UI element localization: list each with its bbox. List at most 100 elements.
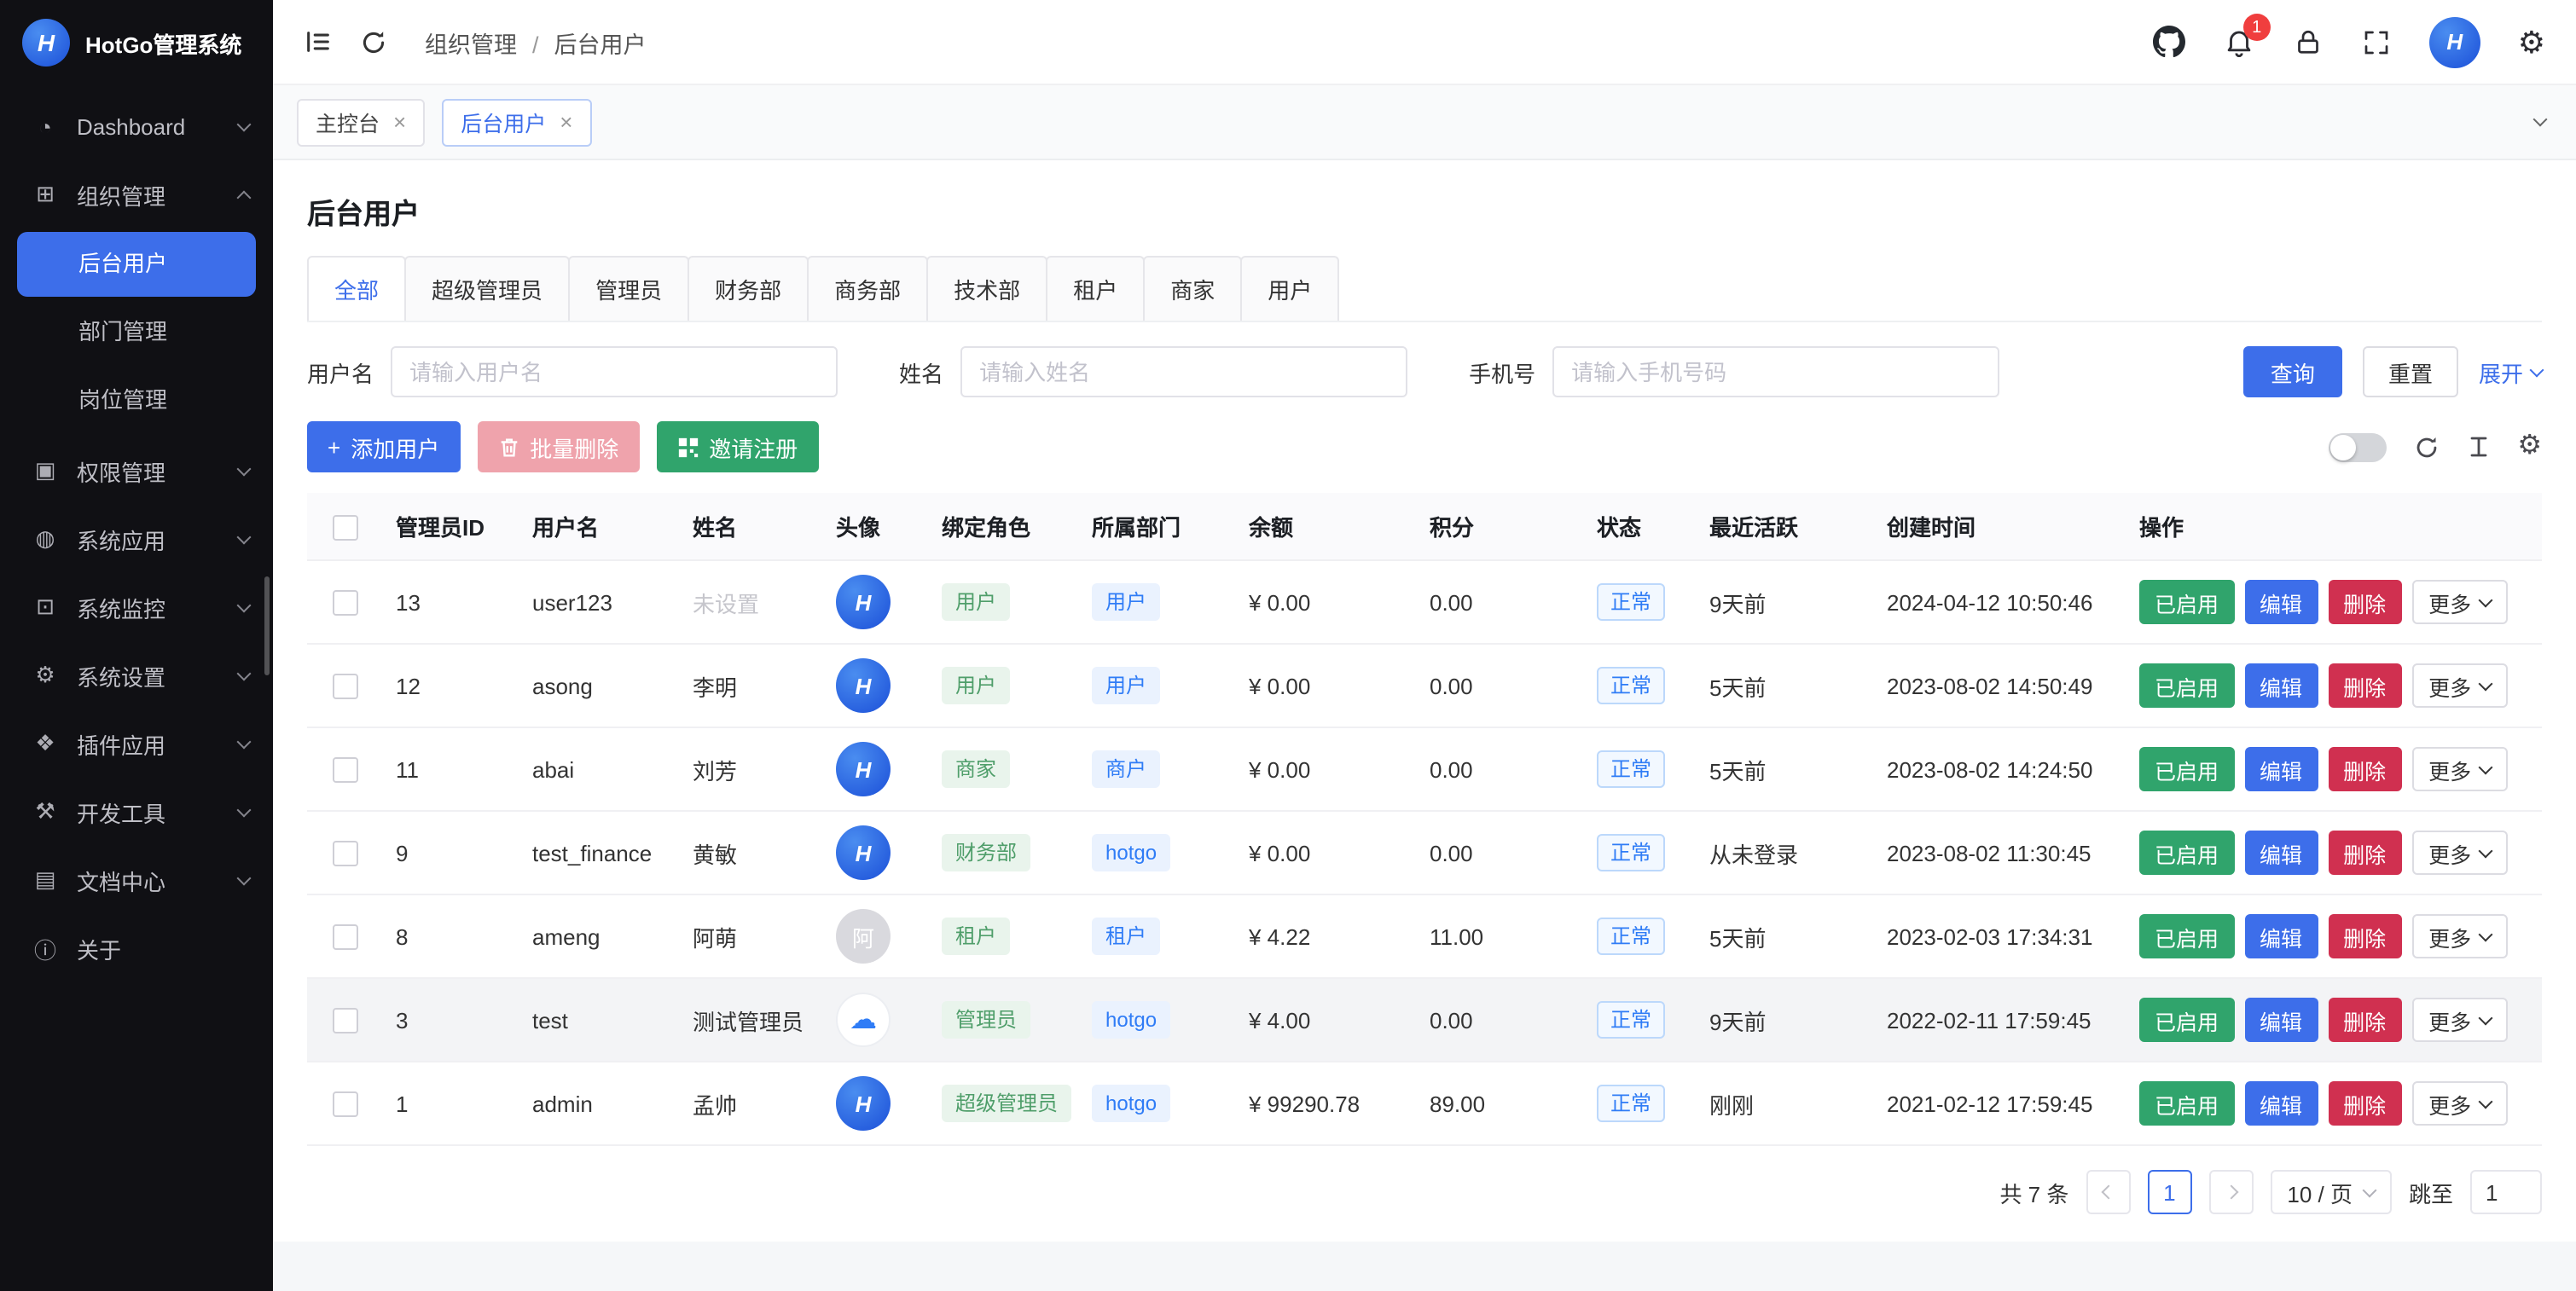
row-checkbox[interactable]: [332, 924, 357, 950]
notification-bell-icon[interactable]: 1: [2223, 26, 2255, 58]
sidebar-item-sys-app[interactable]: ◍系统应用: [0, 505, 273, 573]
row-checkbox[interactable]: [332, 841, 357, 866]
sidebar-item-sys-setting[interactable]: ⚙系统设置: [0, 641, 273, 709]
edit-button[interactable]: 编辑: [2244, 580, 2318, 624]
row-checkbox[interactable]: [332, 1008, 357, 1033]
settings-gear-icon[interactable]: ⚙: [2518, 26, 2545, 57]
enabled-status-button[interactable]: 已启用: [2139, 663, 2234, 708]
role-tab-4[interactable]: 商务部: [807, 256, 928, 321]
more-button[interactable]: 更多: [2411, 1081, 2507, 1126]
role-tab-8[interactable]: 用户: [1240, 256, 1339, 321]
delete-button[interactable]: 删除: [2328, 914, 2401, 958]
striped-toggle[interactable]: [2328, 432, 2386, 461]
sidebar-item-sys-monitor[interactable]: ⊡系统监控: [0, 573, 273, 641]
enabled-status-button[interactable]: 已启用: [2139, 998, 2234, 1042]
name-input[interactable]: [960, 346, 1407, 397]
edit-button[interactable]: 编辑: [2244, 747, 2318, 791]
more-button[interactable]: 更多: [2411, 914, 2507, 958]
more-button[interactable]: 更多: [2411, 831, 2507, 875]
enabled-status-button[interactable]: 已启用: [2139, 747, 2234, 791]
search-button[interactable]: 查询: [2243, 346, 2342, 397]
close-icon[interactable]: ×: [560, 111, 572, 133]
menu-collapse-icon[interactable]: [304, 27, 333, 56]
user-avatar-logo: H: [836, 825, 891, 880]
more-button[interactable]: 更多: [2411, 747, 2507, 791]
row-checkbox[interactable]: [332, 590, 357, 616]
enabled-status-button[interactable]: 已启用: [2139, 831, 2234, 875]
role-tab-5[interactable]: 技术部: [926, 256, 1047, 321]
edit-button[interactable]: 编辑: [2244, 1081, 2318, 1126]
jump-to-input[interactable]: [2470, 1170, 2542, 1214]
user-avatar[interactable]: H: [2429, 16, 2480, 67]
invite-register-button[interactable]: 邀请注册: [656, 421, 818, 472]
delete-button[interactable]: 删除: [2328, 663, 2401, 708]
table-refresh-icon[interactable]: [2413, 434, 2439, 460]
next-page-button[interactable]: [2208, 1170, 2253, 1214]
edit-button[interactable]: 编辑: [2244, 663, 2318, 708]
role-tab-7[interactable]: 商家: [1143, 256, 1242, 321]
lock-screen-icon[interactable]: [2293, 26, 2324, 57]
sidebar-item-plugin-app[interactable]: ❖插件应用: [0, 709, 273, 778]
role-tab-3[interactable]: 财务部: [688, 256, 809, 321]
reset-button[interactable]: 重置: [2363, 346, 2458, 397]
role-tab-2[interactable]: 管理员: [568, 256, 689, 321]
add-user-button[interactable]: + 添加用户: [307, 421, 460, 472]
role-tab-0[interactable]: 全部: [307, 256, 406, 321]
sidebar-item-doc-center[interactable]: ▤文档中心: [0, 846, 273, 914]
edit-button[interactable]: 编辑: [2244, 998, 2318, 1042]
expand-link[interactable]: 展开: [2479, 356, 2542, 388]
delete-button[interactable]: 删除: [2328, 831, 2401, 875]
sidebar-subitem-post-manage[interactable]: 岗位管理: [17, 368, 256, 433]
table-row: 9test_finance黄敏H财务部hotgo¥ 0.000.00正常从未登录…: [307, 811, 2542, 894]
delete-button[interactable]: 删除: [2328, 747, 2401, 791]
toggle-knob: [2329, 434, 2355, 460]
open-tab-1[interactable]: 后台用户×: [442, 98, 591, 146]
page-size-select[interactable]: 10 / 页: [2270, 1170, 2392, 1214]
select-all-checkbox[interactable]: [332, 514, 357, 540]
enabled-status-button[interactable]: 已启用: [2139, 580, 2234, 624]
more-button[interactable]: 更多: [2411, 580, 2507, 624]
edit-button[interactable]: 编辑: [2244, 914, 2318, 958]
role-tab-1[interactable]: 超级管理员: [404, 256, 570, 321]
delete-button[interactable]: 删除: [2328, 998, 2401, 1042]
more-button[interactable]: 更多: [2411, 998, 2507, 1042]
sidebar-item-auth-manage[interactable]: ▣权限管理: [0, 437, 273, 505]
close-icon[interactable]: ×: [393, 111, 406, 133]
sidebar-scrollbar[interactable]: [264, 576, 270, 675]
fullscreen-icon[interactable]: [2361, 26, 2392, 57]
edit-button[interactable]: 编辑: [2244, 831, 2318, 875]
row-checkbox[interactable]: [332, 757, 357, 783]
sidebar-item-dashboard[interactable]: ◔Dashboard: [0, 92, 273, 160]
row-checkbox[interactable]: [332, 674, 357, 699]
page-size-value: 10 / 页: [2287, 1176, 2353, 1208]
table-row: 12asong李明H用户用户¥ 0.000.00正常5天前2023-08-02 …: [307, 644, 2542, 727]
delete-button[interactable]: 删除: [2328, 1081, 2401, 1126]
sidebar-subitem-backend-user[interactable]: 后台用户: [17, 232, 256, 297]
page-number-button[interactable]: 1: [2147, 1170, 2191, 1214]
tab-options-button[interactable]: [2528, 113, 2552, 131]
role-tab-6[interactable]: 租户: [1046, 256, 1145, 321]
refresh-icon[interactable]: [360, 28, 387, 55]
github-icon[interactable]: [2153, 26, 2185, 58]
more-button[interactable]: 更多: [2411, 663, 2507, 708]
sidebar-item-organization[interactable]: ⊞组织管理: [0, 160, 273, 229]
column-settings-icon[interactable]: ⚙: [2517, 433, 2542, 460]
sidebar-subitem-dept-manage[interactable]: 部门管理: [17, 300, 256, 365]
table-row: 13user123未设置H用户用户¥ 0.000.00正常9天前2024-04-…: [307, 560, 2542, 644]
enabled-status-button[interactable]: 已启用: [2139, 1081, 2234, 1126]
delete-button[interactable]: 删除: [2328, 580, 2401, 624]
username-input[interactable]: [391, 346, 838, 397]
prev-page-button[interactable]: [2086, 1170, 2130, 1214]
row-density-icon[interactable]: [2466, 435, 2490, 459]
cell-actions: 已启用编辑删除更多: [2126, 978, 2542, 1062]
phone-input[interactable]: [1552, 346, 1999, 397]
row-checkbox[interactable]: [332, 1091, 357, 1117]
enabled-status-button[interactable]: 已启用: [2139, 914, 2234, 958]
batch-delete-button[interactable]: 批量删除: [477, 421, 639, 472]
breadcrumb-item[interactable]: 组织管理: [425, 25, 517, 59]
app-logo[interactable]: H HotGo管理系统: [0, 0, 273, 85]
sidebar-item-dev-tools[interactable]: ⚒开发工具: [0, 778, 273, 846]
sidebar-item-about[interactable]: ⓘ关于: [0, 914, 273, 982]
column-header: 管理员ID: [382, 493, 519, 560]
open-tab-0[interactable]: 主控台×: [297, 98, 425, 146]
